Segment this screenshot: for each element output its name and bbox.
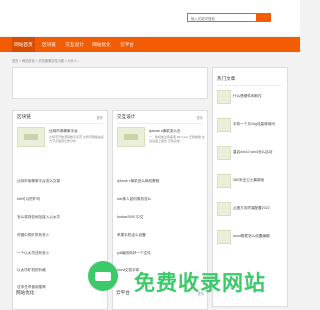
featured-title[interactable]: 比特币用哪家平台 xyxy=(49,129,78,134)
chat-bubble-icon xyxy=(88,261,128,301)
nav-item-optimize[interactable]: 网站优化 xyxy=(90,37,113,52)
watermark: 免费收录网站 xyxy=(88,259,265,301)
list-item[interactable]: 一个以太坊还有多少 xyxy=(17,251,49,256)
list-item[interactable]: foobar2000 中文 xyxy=(117,215,143,220)
search-input[interactable]: 输入关键词搜索 xyxy=(191,16,215,21)
main-nav: 网站首页 区块链 交互设计 网站优化 云平台 xyxy=(0,37,300,52)
breadcrumb: 首页 > 网站优化 > 浏览器兼容性问题 > 为什么... xyxy=(12,59,80,63)
block-title: 交互设计 xyxy=(117,114,136,119)
sidebar-item[interactable]: word框框怎么设置编辑 xyxy=(217,230,285,246)
watermark-text: 免费收录网站 xyxy=(134,272,266,295)
list-item[interactable]: 以太坊矿机的价格 xyxy=(17,268,46,273)
article-panel xyxy=(12,67,208,99)
sidebar-item[interactable]: 云团方向终端配置2022 xyxy=(217,202,285,218)
search-button[interactable] xyxy=(256,14,270,21)
nav-item-interaction[interactable]: 交互设计 xyxy=(63,37,86,52)
featured-desc: 比特币开放源码数字货币 比特币网络由多方节点保持记录分布 xyxy=(49,135,104,144)
sidebar-title: 热门文章 xyxy=(217,76,236,81)
sidebar-item[interactable]: 什么是硬件和软件 xyxy=(217,90,285,106)
list-item[interactable]: 币圈中的矿机有多少 xyxy=(17,233,49,238)
featured-thumbnail[interactable] xyxy=(117,127,145,147)
sidebar-item[interactable]: 手机一个月10g流量够用吗 xyxy=(217,118,285,134)
block-title-optimize: 网站优化 xyxy=(16,290,35,295)
list-item[interactable]: win换人如何换机怎么 xyxy=(117,197,151,202)
more-link[interactable]: 更多 xyxy=(97,115,103,120)
search-box[interactable]: 输入关键词搜索 xyxy=(187,13,271,22)
nav-item-home[interactable]: 网站首页 xyxy=(12,37,35,52)
list-item[interactable]: eth可以挖矿吗 xyxy=(17,197,40,202)
featured-thumbnail[interactable] xyxy=(17,127,45,147)
block-title: 区块链 xyxy=(17,114,31,119)
featured-desc: 一、换机前注意事项 iPhoneX 迁移数据 在旧设备上备份 迁移完成 xyxy=(149,135,205,144)
list-item[interactable]: 比特币用哪家平台怎么交易 xyxy=(17,179,60,184)
featured-title[interactable]: iphone x换机怎么去 xyxy=(149,129,181,134)
divider xyxy=(117,123,203,124)
more-link[interactable]: 更多 xyxy=(197,115,203,120)
sidebar-item[interactable]: 360安全卫士最新版 xyxy=(217,174,285,190)
divider xyxy=(17,123,103,124)
list-item[interactable]: pdf编页码好一个文件 xyxy=(117,251,151,256)
nav-item-blockchain[interactable]: 区块链 xyxy=(39,37,59,52)
sidebar-item[interactable]: 重启win10 win4怎么启动 xyxy=(217,146,285,162)
top-header: 输入关键词搜索 xyxy=(0,0,300,36)
list-item[interactable]: 苹果手机这么设置 xyxy=(117,233,146,238)
list-item[interactable]: iphone x换机怎么换机教程 xyxy=(117,179,159,184)
divider xyxy=(217,85,283,86)
list-item[interactable]: 怎么将钱包地址接入以太坊 xyxy=(17,215,60,220)
nav-item-cloud[interactable]: 云平台 xyxy=(118,37,136,52)
